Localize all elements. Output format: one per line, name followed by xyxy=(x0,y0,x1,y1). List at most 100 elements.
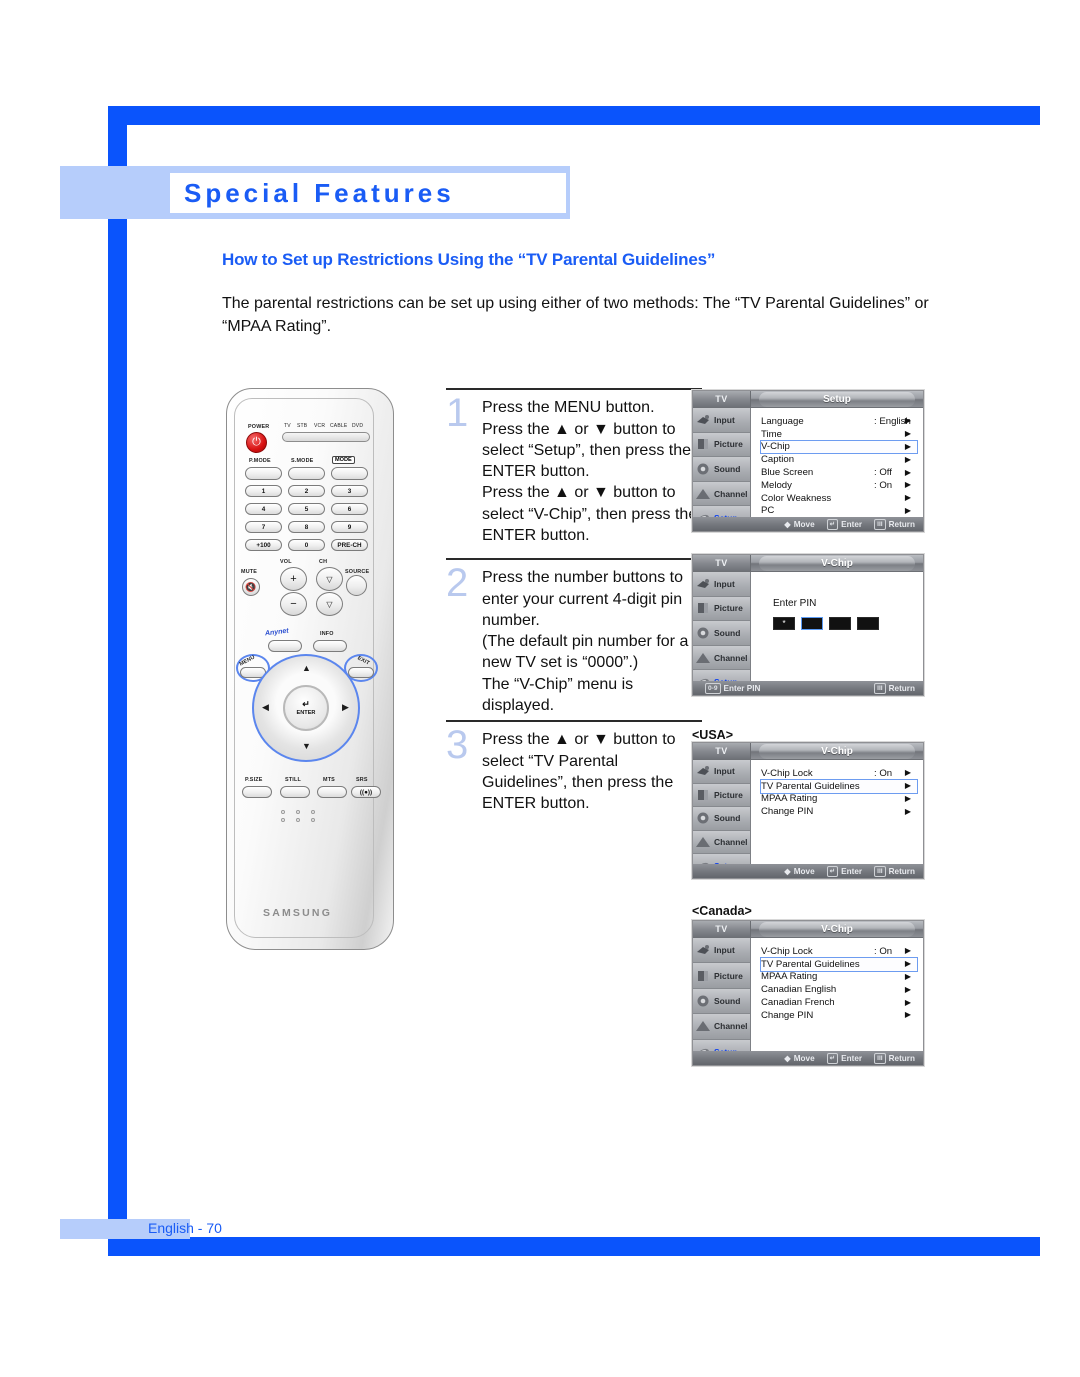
remote-anynet-button[interactable] xyxy=(268,640,302,652)
chevron-right-icon: ▶ xyxy=(904,505,911,515)
remote-exit-button[interactable] xyxy=(348,667,374,678)
osd-vchip-pin-menu[interactable]: TV V-Chip Input Picture Sound Channel En… xyxy=(692,554,924,696)
remote-key-8[interactable]: 8 xyxy=(288,521,325,533)
remote-key-4[interactable]: 4 xyxy=(245,503,282,515)
remote-key-9[interactable]: 9 xyxy=(331,521,368,533)
remote-mode-dvd-label: DVD xyxy=(352,423,364,429)
remote-psize-button[interactable] xyxy=(242,786,272,798)
osd-setup-statusbar: ◆ Move ↵ Enter III Return xyxy=(693,517,923,531)
sidebar-item-channel[interactable]: Channel xyxy=(693,830,750,855)
pin-digit-3[interactable] xyxy=(829,617,851,630)
chevron-right-icon: ▶ xyxy=(904,997,911,1007)
remote-info-button[interactable] xyxy=(313,640,347,652)
remote-smode-button[interactable] xyxy=(288,467,325,480)
osd-vchip-canada-menu[interactable]: TV V-Chip Input Picture Sound Channel V-… xyxy=(692,920,924,1066)
sidebar-item-input[interactable]: Input xyxy=(693,938,750,964)
remote-mute-button[interactable]: 🔇 xyxy=(242,578,260,596)
remote-mts-button[interactable] xyxy=(317,786,347,798)
remote-psize-label: P.SIZE xyxy=(245,777,263,783)
osd-setup-menu[interactable]: TV Setup Input Picture Sound Channel Lan… xyxy=(692,390,924,532)
menu-row-canadian-french[interactable]: Canadian French ▶ xyxy=(761,996,917,1009)
remote-dpad-left-icon[interactable]: ◀ xyxy=(262,703,269,712)
menu-row-canadian-english[interactable]: Canadian English ▶ xyxy=(761,983,917,996)
osd-usa-sidebar[interactable]: Input Picture Sound Channel xyxy=(693,760,751,878)
menu-row-vchip-lock[interactable]: V-Chip Lock : On ▶ xyxy=(761,767,917,780)
osd-pin-statusbar: 0-9 Enter PIN III Return xyxy=(693,681,923,695)
chevron-right-icon: ▶ xyxy=(904,416,911,426)
step-3-number: 3 xyxy=(446,723,469,768)
pin-digit-4[interactable] xyxy=(857,617,879,630)
menu-row-blue-screen[interactable]: Blue Screen : Off ▶ xyxy=(761,466,917,479)
pin-digit-1[interactable]: * xyxy=(773,617,795,630)
remote-brand-logo: SAMSUNG xyxy=(263,907,333,919)
remote-enter-button[interactable]: ↵ ENTER xyxy=(283,685,329,731)
menu-row-change-pin[interactable]: Change PIN ▶ xyxy=(761,805,917,818)
remote-channel-down-button[interactable]: ▽ xyxy=(316,592,343,616)
sidebar-item-sound[interactable]: Sound xyxy=(693,621,750,646)
remote-volume-down-button[interactable]: − xyxy=(280,592,307,616)
menu-row-color-weakness[interactable]: Color Weakness ▶ xyxy=(761,492,917,505)
remote-volume-up-button[interactable]: + xyxy=(280,567,307,591)
menu-row-change-pin[interactable]: Change PIN ▶ xyxy=(761,1009,917,1022)
remote-still-button[interactable] xyxy=(280,786,310,798)
intro-paragraph: The parental restrictions can be set up … xyxy=(222,295,929,335)
remote-key-0[interactable]: 0 xyxy=(288,539,325,551)
menu-row-tv-parental-guidelines[interactable]: TV Parental Guidelines ▶ xyxy=(760,956,918,972)
sidebar-item-sound[interactable]: Sound xyxy=(693,457,750,482)
sidebar-item-input[interactable]: Input xyxy=(693,760,750,784)
sidebar-item-channel[interactable]: Channel xyxy=(693,1014,750,1040)
remote-channel-up-button[interactable]: ▽ xyxy=(316,567,343,591)
pin-digit-2[interactable] xyxy=(801,617,823,630)
menu-row-tv-parental-guidelines[interactable]: TV Parental Guidelines ▶ xyxy=(760,778,918,794)
remote-pmode-button[interactable] xyxy=(245,467,282,480)
sidebar-item-picture[interactable]: Picture xyxy=(693,963,750,989)
menu-row-caption[interactable]: Caption ▶ xyxy=(761,453,917,466)
menu-row-language[interactable]: Language : English ▶ xyxy=(761,415,917,428)
remote-dpad-up-icon[interactable]: ▲ xyxy=(302,664,311,673)
sidebar-item-picture[interactable]: Picture xyxy=(693,432,750,458)
menu-row-pc[interactable]: PC ▶ xyxy=(761,505,917,518)
remote-key-6[interactable]: 6 xyxy=(331,503,368,515)
menu-row-mpaa-rating[interactable]: MPAA Rating ▶ xyxy=(761,793,917,806)
osd-vchip-usa-menu[interactable]: TV V-Chip Input Picture Sound Channel V-… xyxy=(692,742,924,879)
remote-srs-button[interactable]: ((●)) xyxy=(351,786,381,798)
menu-row-vchip[interactable]: V-Chip ▶ xyxy=(760,439,918,455)
updown-arrow-icon: ◆ xyxy=(784,520,791,529)
sidebar-item-channel[interactable]: Channel xyxy=(693,645,750,671)
remote-key-5[interactable]: 5 xyxy=(288,503,325,515)
pin-digit-row[interactable]: * xyxy=(773,617,923,630)
picture-icon xyxy=(695,969,712,983)
remote-power-button[interactable]: ⏻ xyxy=(246,432,267,453)
sidebar-item-input[interactable]: Input xyxy=(693,408,750,433)
remote-key-1[interactable]: 1 xyxy=(245,485,282,497)
sidebar-item-picture[interactable]: Picture xyxy=(693,783,750,808)
menu-row-melody[interactable]: Melody : On ▶ xyxy=(761,479,917,492)
menu-row-time[interactable]: Time ▶ xyxy=(761,428,917,441)
menu-label-time: Time xyxy=(761,428,782,440)
osd-canada-titlebar: TV V-Chip xyxy=(693,921,923,938)
remote-dpad-down-icon[interactable]: ▼ xyxy=(302,742,311,751)
menu-label-tv-parental-guidelines: TV Parental Guidelines xyxy=(761,958,860,970)
sidebar-item-sound[interactable]: Sound xyxy=(693,807,750,831)
enter-arrow-icon: ↵ xyxy=(302,699,310,709)
sidebar-item-channel[interactable]: Channel xyxy=(693,481,750,507)
osd-usa-title: V-Chip xyxy=(759,744,915,759)
remote-key-7[interactable]: 7 xyxy=(245,521,282,533)
sidebar-item-picture[interactable]: Picture xyxy=(693,596,750,622)
menu-row-mpaa-rating[interactable]: MPAA Rating ▶ xyxy=(761,971,917,984)
sidebar-item-input[interactable]: Input xyxy=(693,572,750,597)
remote-key-3[interactable]: 3 xyxy=(331,485,368,497)
remote-mode-selector[interactable] xyxy=(282,432,370,442)
remote-key-2[interactable]: 2 xyxy=(288,485,325,497)
status-enter: ↵ Enter xyxy=(826,1052,862,1064)
osd-canada-sidebar[interactable]: Input Picture Sound Channel xyxy=(693,938,751,1066)
osd-pin-sidebar[interactable]: Input Picture Sound Channel xyxy=(693,572,751,695)
remote-key-prech[interactable]: PRE-CH xyxy=(331,539,368,551)
remote-dpad-right-icon[interactable]: ▶ xyxy=(342,703,349,712)
remote-mode-button[interactable] xyxy=(331,467,368,480)
remote-key-plus100[interactable]: +100 xyxy=(245,539,282,551)
remote-source-button[interactable] xyxy=(346,575,367,596)
menu-row-vchip-lock[interactable]: V-Chip Lock : On ▶ xyxy=(761,945,917,958)
osd-setup-sidebar[interactable]: Input Picture Sound Channel xyxy=(693,408,751,531)
sidebar-item-sound[interactable]: Sound xyxy=(693,988,750,1015)
